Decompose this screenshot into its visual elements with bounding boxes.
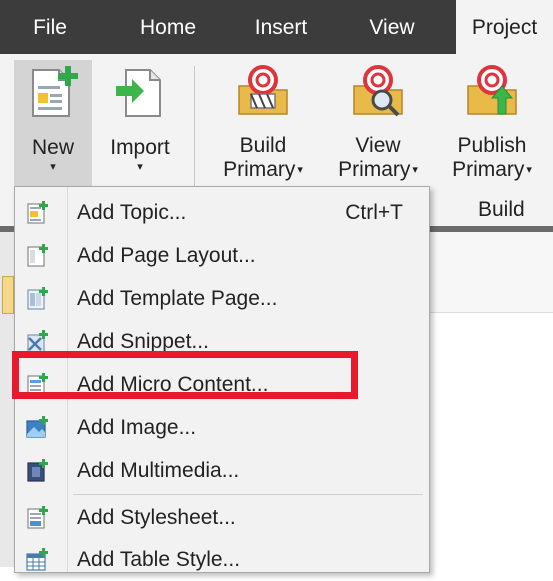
multimedia-icon — [27, 459, 48, 482]
tab-insert[interactable]: Insert — [240, 0, 322, 54]
menu-item-add-image[interactable]: Add Image... — [15, 407, 429, 449]
menu-item-add-page-layout[interactable]: Add Page Layout... — [15, 235, 429, 277]
build-primary-label-2: Primary — [223, 158, 296, 181]
menu-item-label: Add Topic... — [77, 201, 187, 224]
menu-item-label: Add Image... — [77, 416, 197, 439]
topic-icon — [27, 201, 48, 224]
menu-separator — [73, 494, 423, 495]
publish-primary-label-2: Primary — [452, 158, 525, 181]
group-label-build: Build — [478, 198, 525, 221]
stylesheet-icon — [27, 506, 48, 529]
menu-item-shortcut: Ctrl+T — [345, 201, 403, 224]
tab-home[interactable]: Home — [122, 0, 214, 54]
menu-item-label: Add Multimedia... — [77, 459, 240, 482]
template-page-icon — [27, 287, 48, 310]
tab-view[interactable]: View — [352, 0, 432, 54]
import-button[interactable]: Import ▾ — [100, 60, 180, 188]
publish-primary-label-1: Publish — [457, 134, 527, 157]
menu-item-label: Add Table Style... — [77, 548, 241, 571]
image-icon — [26, 416, 48, 438]
menu-item-label: Add Page Layout... — [77, 244, 256, 267]
view-primary-label-1: View — [355, 134, 401, 157]
table-style-icon — [26, 548, 48, 571]
build-primary-label-1: Build — [239, 134, 287, 157]
left-panel-folder-tab[interactable] — [2, 276, 14, 314]
view-primary-button[interactable]: View Primary ▾ — [326, 60, 430, 184]
tab-file[interactable]: File — [14, 0, 86, 54]
view-primary-caret-icon: ▾ — [412, 164, 418, 177]
menu-item-add-multimedia[interactable]: Add Multimedia... — [15, 450, 429, 492]
view-target-icon — [353, 65, 403, 117]
ribbon-tab-bar: File Home Insert View Project — [0, 0, 553, 54]
new-button-label: New — [31, 136, 74, 159]
menu-item-add-topic[interactable]: Add Topic... Ctrl+T — [15, 192, 429, 234]
new-caret-icon: ▾ — [50, 161, 56, 173]
view-primary-label-2: Primary — [338, 158, 411, 181]
publish-primary-button[interactable]: Publish Primary ▾ — [438, 60, 546, 184]
new-button[interactable]: New ▾ — [14, 60, 92, 188]
content-toolbar-area — [428, 232, 553, 313]
menu-item-add-template-page[interactable]: Add Template Page... — [15, 278, 429, 320]
import-document-icon — [116, 69, 161, 117]
build-primary-button[interactable]: Build Primary ▾ — [210, 60, 316, 184]
import-button-label: Import — [110, 136, 170, 159]
menu-item-add-stylesheet[interactable]: Add Stylesheet... — [15, 497, 429, 539]
menu-item-add-table-style[interactable]: Add Table Style... — [15, 539, 429, 581]
build-primary-caret-icon: ▾ — [297, 164, 303, 177]
menu-item-label: Add Template Page... — [77, 287, 278, 310]
page-layout-icon — [27, 244, 48, 267]
menu-item-label: Add Stylesheet... — [77, 506, 236, 529]
import-caret-icon: ▾ — [137, 161, 143, 173]
build-target-icon — [238, 65, 288, 115]
publish-primary-caret-icon: ▾ — [526, 164, 532, 177]
tab-project[interactable]: Project — [456, 0, 553, 54]
publish-target-icon — [467, 65, 517, 115]
new-document-icon — [32, 66, 78, 117]
highlight-box — [12, 351, 358, 399]
